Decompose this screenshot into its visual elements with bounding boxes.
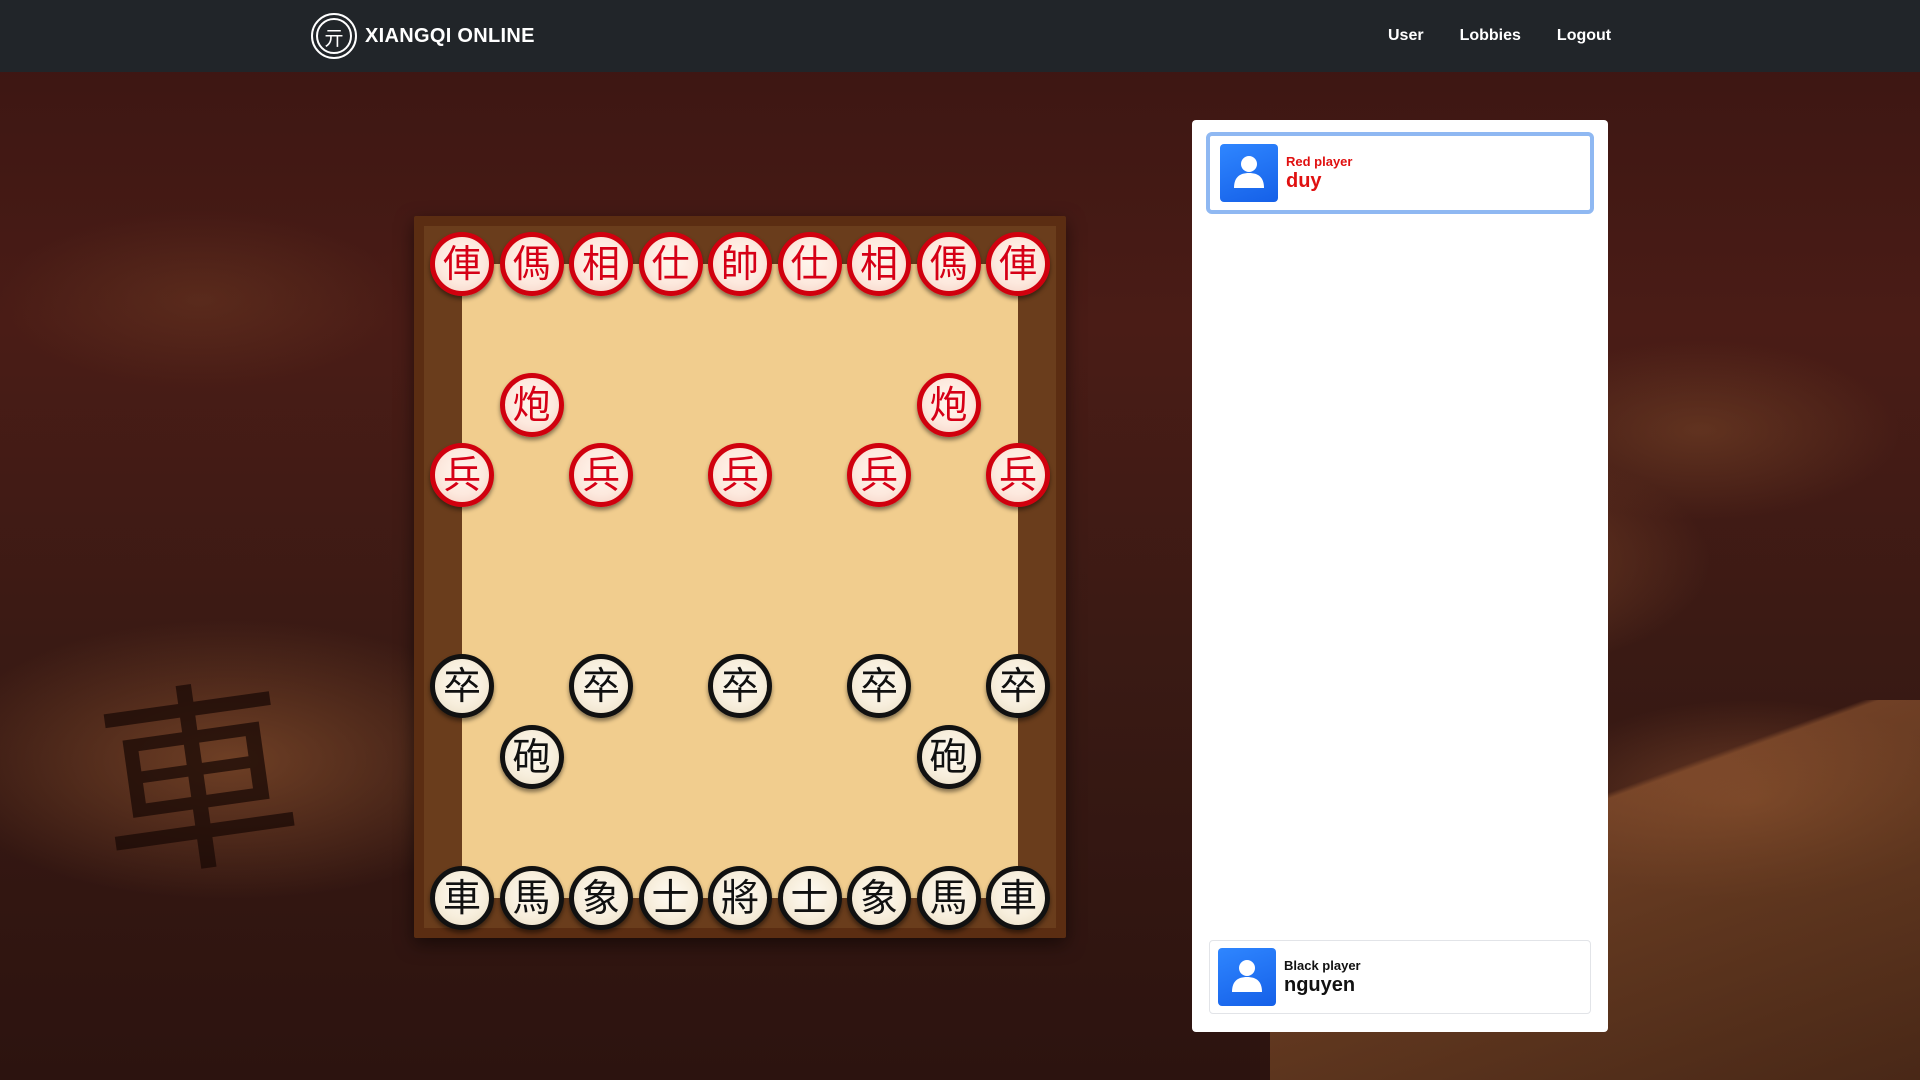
red-piece[interactable]: 兵 xyxy=(708,443,772,508)
red-piece[interactable]: 俥 xyxy=(986,232,1050,296)
red-piece[interactable]: 兵 xyxy=(569,443,633,508)
red-piece[interactable]: 傌 xyxy=(916,232,981,296)
red-piece[interactable]: 俥 xyxy=(430,232,494,296)
red-piece[interactable]: 傌 xyxy=(499,232,564,296)
black-piece[interactable]: 象 xyxy=(847,865,911,930)
red-piece[interactable]: 帥 xyxy=(708,232,772,296)
nav-links: User Lobbies Logout xyxy=(1370,0,1629,72)
red-piece[interactable]: 兵 xyxy=(430,443,494,508)
nav-link-logout[interactable]: Logout xyxy=(1539,27,1629,45)
red-piece[interactable]: 炮 xyxy=(916,372,981,437)
user-avatar-icon xyxy=(1234,156,1264,188)
black-piece[interactable]: 車 xyxy=(430,865,494,930)
black-player-avatar xyxy=(1218,948,1276,1006)
black-piece[interactable]: 馬 xyxy=(916,865,981,930)
red-piece[interactable]: 兵 xyxy=(986,443,1050,508)
background-piece-glyph: 車 xyxy=(82,654,313,913)
red-player-name: duy xyxy=(1286,169,1322,192)
red-player-info: Red player duy xyxy=(1286,154,1352,193)
black-player-name: nguyen xyxy=(1284,973,1356,996)
black-piece[interactable]: 卒 xyxy=(430,654,494,719)
black-piece[interactable]: 士 xyxy=(777,865,842,930)
navbar: 亓 XIANGQI ONLINE User Lobbies Logout xyxy=(0,0,1920,72)
black-piece[interactable]: 砲 xyxy=(916,724,981,789)
brand-logo-glyph: 亓 xyxy=(316,18,352,54)
xiangqi-board-field[interactable] xyxy=(462,264,1018,898)
black-piece[interactable]: 車 xyxy=(986,865,1050,930)
players-panel: Red player duy Black player nguyen xyxy=(1192,120,1608,1032)
black-piece[interactable]: 象 xyxy=(569,865,633,930)
black-piece[interactable]: 馬 xyxy=(499,865,564,930)
red-piece[interactable]: 仕 xyxy=(638,232,703,296)
black-piece[interactable]: 卒 xyxy=(986,654,1050,719)
black-piece[interactable]: 卒 xyxy=(847,654,911,719)
black-piece[interactable]: 將 xyxy=(708,865,772,930)
red-piece[interactable]: 相 xyxy=(847,232,911,296)
brand-logo-icon: 亓 xyxy=(311,13,357,59)
brand-name: XIANGQI ONLINE xyxy=(365,24,535,47)
red-piece[interactable]: 仕 xyxy=(777,232,842,296)
brand-link[interactable]: 亓 XIANGQI ONLINE xyxy=(311,12,535,60)
red-piece[interactable]: 炮 xyxy=(499,372,564,437)
red-player-avatar xyxy=(1220,144,1278,202)
nav-link-lobbies[interactable]: Lobbies xyxy=(1442,27,1539,45)
user-avatar-icon xyxy=(1232,960,1262,992)
black-player-role: Black player xyxy=(1284,957,1361,973)
black-piece[interactable]: 卒 xyxy=(569,654,633,719)
red-piece[interactable]: 兵 xyxy=(847,443,911,508)
red-piece[interactable]: 相 xyxy=(569,232,633,296)
black-piece[interactable]: 砲 xyxy=(499,724,564,789)
black-player-info: Black player nguyen xyxy=(1284,958,1361,997)
black-player-card: Black player nguyen xyxy=(1209,940,1591,1014)
red-player-role: Red player xyxy=(1286,153,1353,169)
black-piece[interactable]: 士 xyxy=(638,865,703,930)
red-player-card: Red player duy xyxy=(1206,132,1594,214)
nav-link-user[interactable]: User xyxy=(1370,27,1442,45)
black-piece[interactable]: 卒 xyxy=(708,654,772,719)
